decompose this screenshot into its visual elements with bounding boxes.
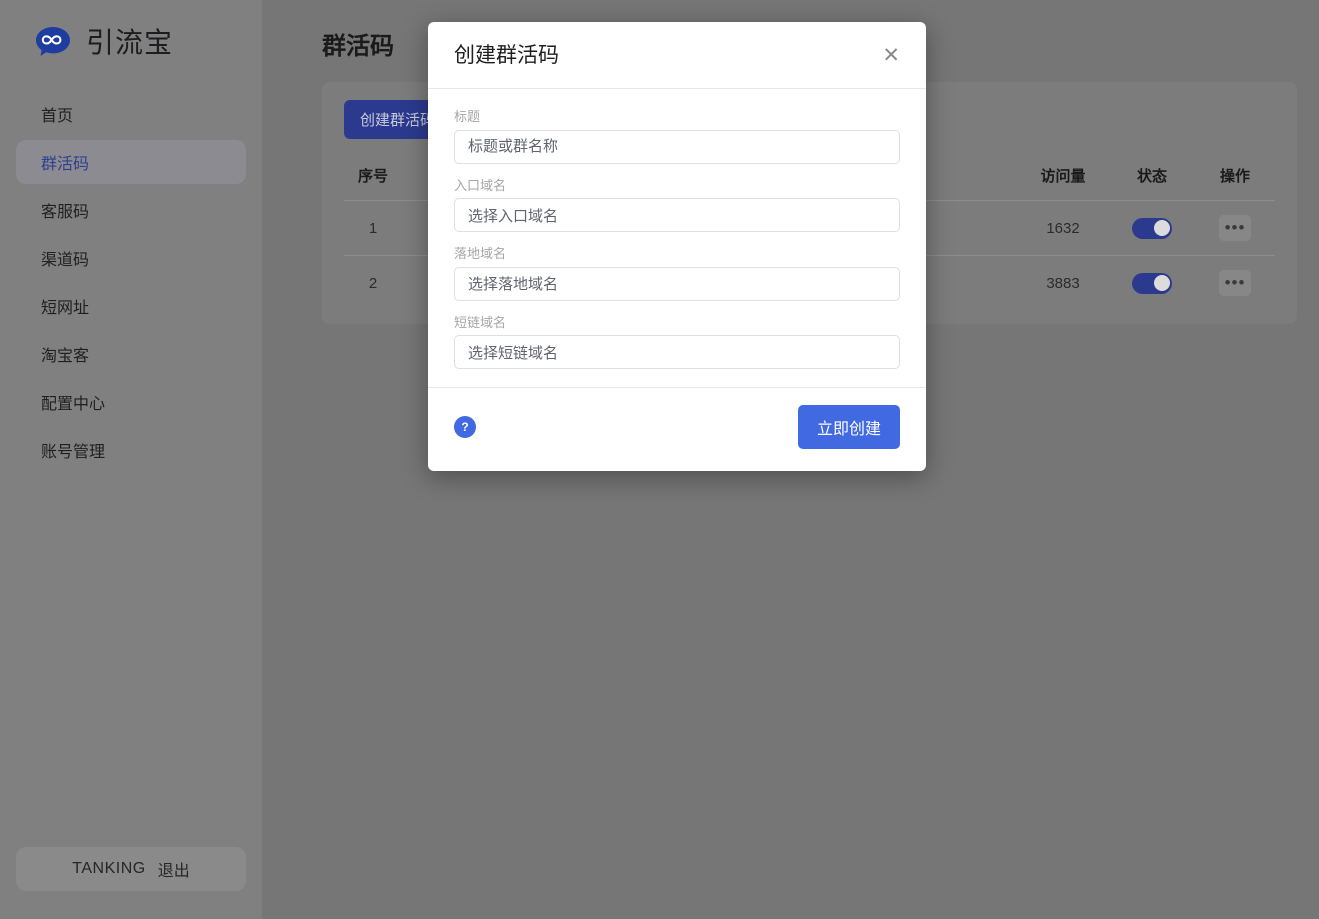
field-short-link-domain: 短链域名 选择短链域名 [454,315,900,370]
submit-create-button[interactable]: 立即创建 [798,405,900,449]
field-landing-domain: 落地域名 选择落地域名 [454,246,900,301]
entry-domain-select[interactable]: 选择入口域名 [454,198,900,232]
title-input[interactable] [454,130,900,164]
create-group-code-modal: 创建群活码 ✕ 标题 入口域名 选择入口域名 落地域名 选择落地域名 短链域名 … [428,22,926,471]
field-label-title: 标题 [454,109,900,125]
field-title: 标题 [454,109,900,164]
help-icon[interactable]: ? [454,416,476,438]
field-label-entry-domain: 入口域名 [454,178,900,194]
field-label-short-link-domain: 短链域名 [454,315,900,331]
modal-body: 标题 入口域名 选择入口域名 落地域名 选择落地域名 短链域名 选择短链域名 [428,89,926,387]
close-icon[interactable]: ✕ [880,41,902,70]
field-entry-domain: 入口域名 选择入口域名 [454,178,900,233]
modal-title: 创建群活码 [454,45,880,66]
field-label-landing-domain: 落地域名 [454,246,900,262]
short-link-domain-select[interactable]: 选择短链域名 [454,335,900,369]
modal-header: 创建群活码 ✕ [428,22,926,89]
landing-domain-select[interactable]: 选择落地域名 [454,267,900,301]
modal-footer: ? 立即创建 [428,387,926,471]
